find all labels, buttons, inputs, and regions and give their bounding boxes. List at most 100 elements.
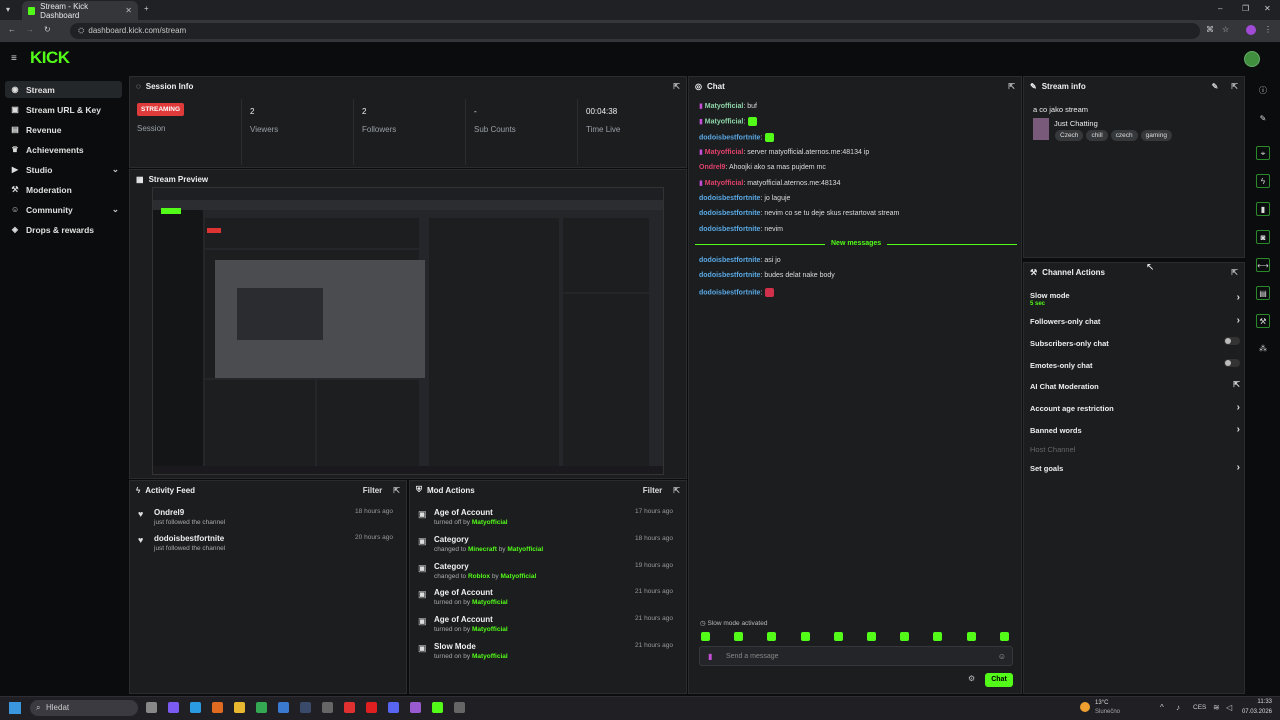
chat-username[interactable]: Matyofficial (705, 103, 744, 110)
explorer-icon[interactable] (234, 702, 245, 713)
slow-mode-setting[interactable]: Slow mode 5 sec › (1030, 291, 1240, 307)
info-circle-icon[interactable]: ⓘ (1256, 84, 1270, 98)
chat-input[interactable]: ▮ Send a message ☺ (699, 646, 1013, 666)
reload-icon[interactable]: ↻ (44, 25, 51, 34)
chat-username[interactable]: dodoisbestfortnite (699, 210, 760, 217)
preview-widget-icon[interactable]: ⟷ (1256, 258, 1270, 272)
chrome-icon[interactable] (256, 702, 267, 713)
set-goals-setting[interactable]: Set goals › (1030, 462, 1240, 473)
filter-button[interactable]: Filter (643, 486, 663, 495)
profile-avatar-icon[interactable] (1246, 25, 1256, 35)
notes-widget-icon[interactable]: ▮ (1256, 202, 1270, 216)
steam-icon[interactable] (300, 702, 311, 713)
moderator-name[interactable]: Matyofficial (472, 653, 508, 660)
quick-emote-icon[interactable] (999, 632, 1009, 641)
sidebar-item-stream[interactable]: ◉ Stream (5, 81, 122, 98)
popout-icon[interactable]: ⇱ (673, 82, 680, 91)
banned-words-setting[interactable]: Banned words › (1030, 424, 1240, 435)
moderator-name[interactable]: Matyofficial (472, 599, 508, 606)
chat-username[interactable]: Matyofficial (705, 118, 744, 125)
url-input[interactable]: ⛭ dashboard.kick.com/stream (70, 23, 1200, 39)
account-age-setting[interactable]: Account age restriction › (1030, 402, 1240, 413)
chat-settings-icon[interactable]: ⚙ (968, 674, 975, 683)
popout-icon[interactable]: ⇱ (673, 486, 680, 495)
followers-only-setting[interactable]: Followers-only chat › (1030, 315, 1240, 326)
edge-icon[interactable] (190, 702, 201, 713)
sidebar-item-moderation[interactable]: ⚒ Moderation (5, 181, 122, 198)
firefox-icon[interactable] (212, 702, 223, 713)
sidebar-item-stream-url-key[interactable]: ▣ Stream URL & Key (5, 101, 122, 118)
maximize-icon[interactable]: ❐ (1242, 4, 1249, 13)
new-tab-icon[interactable]: + (144, 4, 149, 13)
chat-username[interactable]: dodoisbestfortnite (699, 272, 760, 279)
clock-date[interactable]: 07.03.2026 (1240, 709, 1272, 715)
sidebar-item-revenue[interactable]: ▤ Revenue (5, 121, 122, 138)
sidebar-item-achievements[interactable]: ♛ Achievements (5, 141, 122, 158)
sidebar-item-studio[interactable]: ▶ Studio ⌄ (5, 161, 122, 178)
ai-chat-moderation-setting[interactable]: AI Chat Moderation ⇱ (1030, 380, 1240, 391)
back-icon[interactable]: ← (8, 25, 16, 34)
moderator-name[interactable]: Matyofficial (472, 626, 508, 633)
sidebar-item-community[interactable]: ☺ Community ⌄ (5, 201, 122, 218)
opera-icon[interactable] (344, 702, 355, 713)
moderator-name[interactable]: Matyofficial (472, 519, 508, 526)
more-widgets-icon[interactable]: ⁂ (1256, 342, 1270, 356)
clock-time[interactable]: 11:33 (1240, 699, 1272, 705)
tab-menu-icon[interactable]: ▾ (6, 5, 10, 14)
edit-icon[interactable]: ✎ (1212, 82, 1219, 91)
mod-widget-icon[interactable]: ⚒ (1256, 314, 1270, 328)
emoji-picker-icon[interactable]: ☺ (998, 652, 1006, 661)
stream-info-widget-icon[interactable]: ▤ (1256, 286, 1270, 300)
forward-icon[interactable]: → (26, 25, 34, 34)
chat-username[interactable]: dodoisbestfortnite (699, 226, 760, 233)
emotes-only-toggle[interactable] (1224, 359, 1240, 367)
send-chat-button[interactable]: Chat (985, 673, 1013, 687)
task-view-icon[interactable] (146, 702, 157, 713)
browser-tab[interactable]: Stream - Kick Dashboard ✕ (22, 1, 138, 20)
chat-username[interactable]: dodoisbestfortnite (699, 134, 760, 141)
moderator-name[interactable]: Matyofficial (501, 573, 537, 580)
popout-icon[interactable]: ⇱ (1231, 82, 1238, 91)
minimize-icon[interactable]: – (1218, 4, 1222, 13)
quick-emote-icon[interactable] (867, 632, 876, 641)
chat-username[interactable]: Matyofficial (705, 180, 744, 187)
sidebar-item-drops-rewards[interactable]: ◈ Drops & rewards (5, 221, 122, 238)
popout-icon[interactable]: ⇱ (1231, 268, 1238, 277)
subscribers-only-toggle[interactable] (1224, 337, 1240, 345)
tray-expand-icon[interactable]: ^ (1160, 703, 1164, 712)
microphone-tray-icon[interactable]: ♪ (1176, 703, 1180, 712)
popout-icon[interactable]: ⇱ (1008, 82, 1015, 91)
site-info-icon[interactable]: ⛭ (78, 26, 84, 35)
browser-menu-icon[interactable]: ⋮ (1264, 25, 1272, 34)
quick-emote-icon[interactable] (966, 632, 976, 641)
bookmark-star-icon[interactable]: ☆ (1222, 25, 1229, 34)
close-tab-icon[interactable]: ✕ (125, 6, 132, 15)
user-avatar[interactable] (1244, 51, 1260, 67)
quick-emote-icon[interactable] (734, 632, 744, 641)
kick-app-icon[interactable] (432, 702, 443, 713)
quick-emote-icon[interactable] (767, 632, 777, 641)
calculator-icon[interactable] (322, 702, 333, 713)
windows-start-icon[interactable] (9, 702, 21, 714)
wifi-icon[interactable]: ≋ (1213, 703, 1220, 712)
stream-preview-video[interactable] (152, 187, 664, 475)
close-window-icon[interactable]: ✕ (1264, 4, 1271, 13)
quick-emote-icon[interactable] (833, 632, 843, 641)
activity-widget-icon[interactable]: ϟ (1256, 174, 1270, 188)
game-icon[interactable] (454, 702, 465, 713)
chat-username[interactable]: dodoisbestfortnite (699, 257, 760, 264)
kick-logo[interactable]: KICK (30, 48, 70, 68)
quick-emote-icon[interactable] (933, 632, 943, 641)
chat-widget-icon[interactable]: ◙ (1256, 230, 1270, 244)
hamburger-menu-icon[interactable]: ≡ (11, 53, 17, 64)
chat-username[interactable]: Ondrel9 (699, 164, 725, 171)
discord-icon[interactable] (388, 702, 399, 713)
chat-username[interactable]: Matyofficial (705, 149, 744, 156)
copilot-icon[interactable] (168, 702, 179, 713)
obs-icon[interactable] (410, 702, 421, 713)
chat-username[interactable]: dodoisbestfortnite (699, 289, 760, 296)
quick-emote-icon[interactable] (701, 632, 710, 641)
edit-pencil-icon[interactable]: ✎ (1256, 112, 1270, 126)
filter-button[interactable]: Filter (363, 486, 383, 495)
store-icon[interactable] (278, 702, 289, 713)
